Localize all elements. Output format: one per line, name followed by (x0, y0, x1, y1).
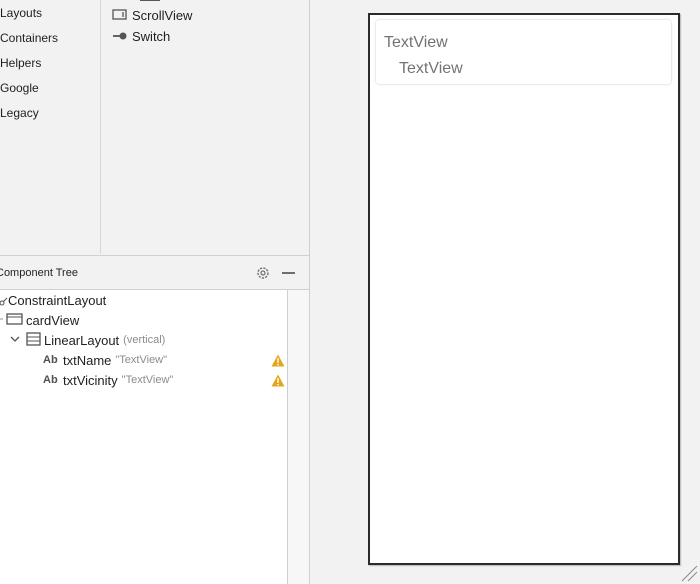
tree-node-txtvicinity[interactable]: Ab txtVicinity "TextView" (43, 370, 173, 390)
scrollview-icon (112, 8, 128, 22)
tree-node-txtname[interactable]: Ab txtName "TextView" (43, 350, 167, 370)
preview-textview-vicinity[interactable]: TextView (399, 60, 463, 78)
partial-item-icon (140, 0, 160, 1)
category-helpers[interactable]: Helpers (0, 53, 41, 73)
tree-node-hint: "TextView" (115, 354, 168, 366)
tree-node-label: cardView (26, 312, 80, 328)
tree-node-label: txtVicinity (63, 372, 118, 388)
category-legacy[interactable]: Legacy (0, 103, 39, 123)
category-layouts[interactable]: Layouts (0, 3, 42, 23)
preview-cardview[interactable]: TextView TextView (376, 20, 671, 84)
tree-node-label: txtName (63, 352, 112, 368)
design-canvas: TextView TextView (310, 0, 700, 584)
warning-icon[interactable] (271, 354, 285, 367)
palette-item-label: ScrollView (132, 7, 193, 23)
category-google[interactable]: Google (0, 78, 39, 98)
resize-handle-icon[interactable] (678, 562, 698, 582)
palette-items: ScrollView Switch (102, 0, 309, 254)
tree-node-linearlayout[interactable]: LinearLayout (vertical) (8, 330, 165, 350)
warning-icon[interactable] (271, 374, 285, 387)
tree-node-label: LinearLayout (44, 332, 120, 348)
palette-item-switch[interactable]: Switch (112, 26, 170, 46)
tree-node-label: ConstraintLayout (8, 292, 107, 308)
linearlayout-icon (26, 331, 44, 349)
palette-item-label: Switch (132, 28, 171, 44)
device-preview[interactable]: TextView TextView (368, 13, 680, 565)
palette-item-scrollview[interactable]: ScrollView (112, 5, 192, 25)
preview-textview-name[interactable]: TextView (384, 34, 448, 52)
left-tool-panel: Layouts Containers Helpers Google Legacy… (0, 0, 310, 584)
switch-icon (112, 29, 128, 43)
tree-node-hint: (vertical) (123, 334, 166, 346)
tree-node-cardview[interactable]: cardView (0, 310, 79, 330)
component-tree: ConstraintLayout cardView LinearLayout (… (0, 290, 288, 584)
component-tree-title: Component Tree (0, 267, 78, 279)
constraintlayout-icon (0, 292, 8, 309)
tree-node-hint: "TextView" (121, 374, 174, 386)
chevron-down-icon[interactable] (8, 332, 26, 349)
category-containers[interactable]: Containers (0, 28, 58, 48)
textview-icon: Ab (43, 354, 58, 366)
gear-icon[interactable] (255, 265, 271, 281)
textview-icon: Ab (43, 374, 58, 386)
cardview-icon (6, 312, 26, 329)
component-tree-header: Component Tree (0, 255, 309, 290)
tree-node-constraintlayout[interactable]: ConstraintLayout (0, 290, 106, 310)
minimize-icon[interactable] (282, 272, 295, 274)
palette-categories: Layouts Containers Helpers Google Legacy (0, 0, 101, 254)
tree-scrollbar[interactable] (288, 290, 309, 584)
